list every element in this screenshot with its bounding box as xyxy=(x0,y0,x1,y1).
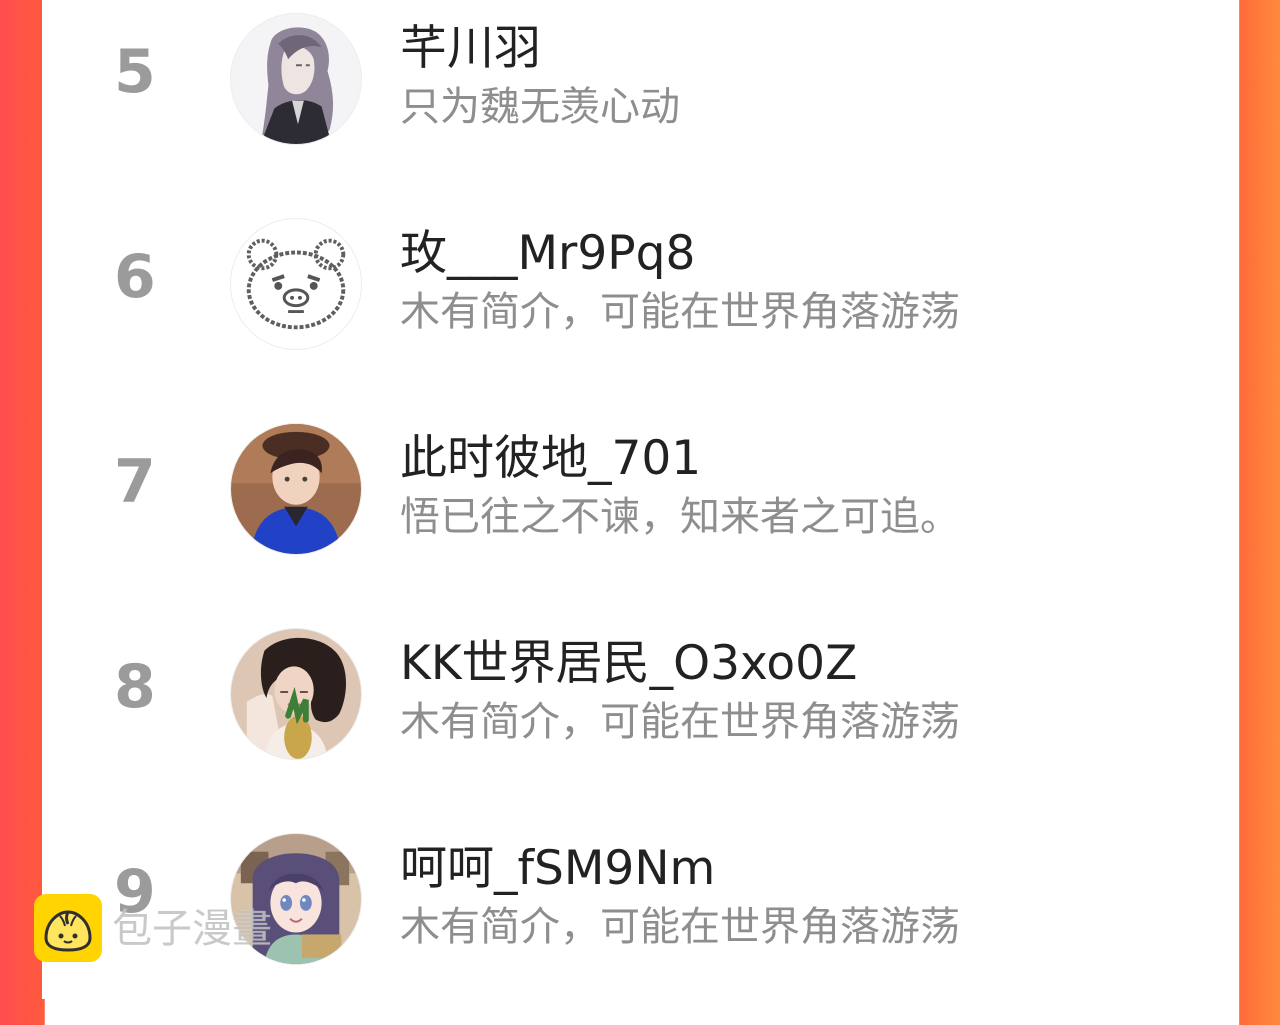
ranking-panel: 5 芊川羽 只为魏无羡心动 6 玫___Mr9Pq8 木有简介，可能在世界角落游… xyxy=(42,0,1238,999)
avatar[interactable] xyxy=(230,628,362,760)
list-item[interactable]: 5 芊川羽 只为魏无羡心动 xyxy=(42,0,1238,205)
photo-boy-avatar-icon xyxy=(231,424,361,554)
avatar[interactable] xyxy=(230,423,362,555)
user-ranking-list: 5 芊川羽 只为魏无羡心动 6 玫___Mr9Pq8 木有简介，可能在世界角落游… xyxy=(42,0,1238,999)
photo-girl-avatar-icon xyxy=(231,629,361,759)
avatar[interactable] xyxy=(230,13,362,145)
watermark: 包子漫畫 xyxy=(34,894,334,964)
rank-number: 6 xyxy=(114,242,156,312)
list-item[interactable]: 6 玫___Mr9Pq8 木有简介，可能在世界角落游荡 xyxy=(42,205,1238,410)
user-name[interactable]: 芊川羽 xyxy=(400,21,541,77)
rank-number: 7 xyxy=(114,447,156,517)
user-bio: 只为魏无羡心动 xyxy=(400,84,680,130)
user-name[interactable]: 此时彼地_701 xyxy=(400,431,701,487)
avatar[interactable] xyxy=(230,218,362,350)
user-name[interactable]: 玫___Mr9Pq8 xyxy=(400,226,695,282)
user-name[interactable]: 呵呵_fSM9Nm xyxy=(400,841,715,897)
watermark-text: 包子漫畫 xyxy=(112,906,272,952)
list-item[interactable]: 8 KK世界居民_O3xo0Z 木有简介，可能在世界角落游荡 xyxy=(42,615,1238,820)
bun-logo-icon xyxy=(34,894,102,962)
user-bio: 悟已往之不谏，知来者之可追。 xyxy=(400,494,960,540)
rank-number: 5 xyxy=(114,37,156,107)
anime-man-avatar-icon xyxy=(231,14,361,144)
user-bio: 木有简介，可能在世界角落游荡 xyxy=(400,904,960,950)
rank-number: 8 xyxy=(114,652,156,722)
user-bio: 木有简介，可能在世界角落游荡 xyxy=(400,699,960,745)
bear-doodle-avatar-icon xyxy=(231,219,361,349)
user-bio: 木有简介，可能在世界角落游荡 xyxy=(400,289,960,335)
user-name[interactable]: KK世界居民_O3xo0Z xyxy=(400,636,857,692)
list-item[interactable]: 7 此时彼地_701 悟已往之不谏，知来者之可追。 xyxy=(42,410,1238,615)
